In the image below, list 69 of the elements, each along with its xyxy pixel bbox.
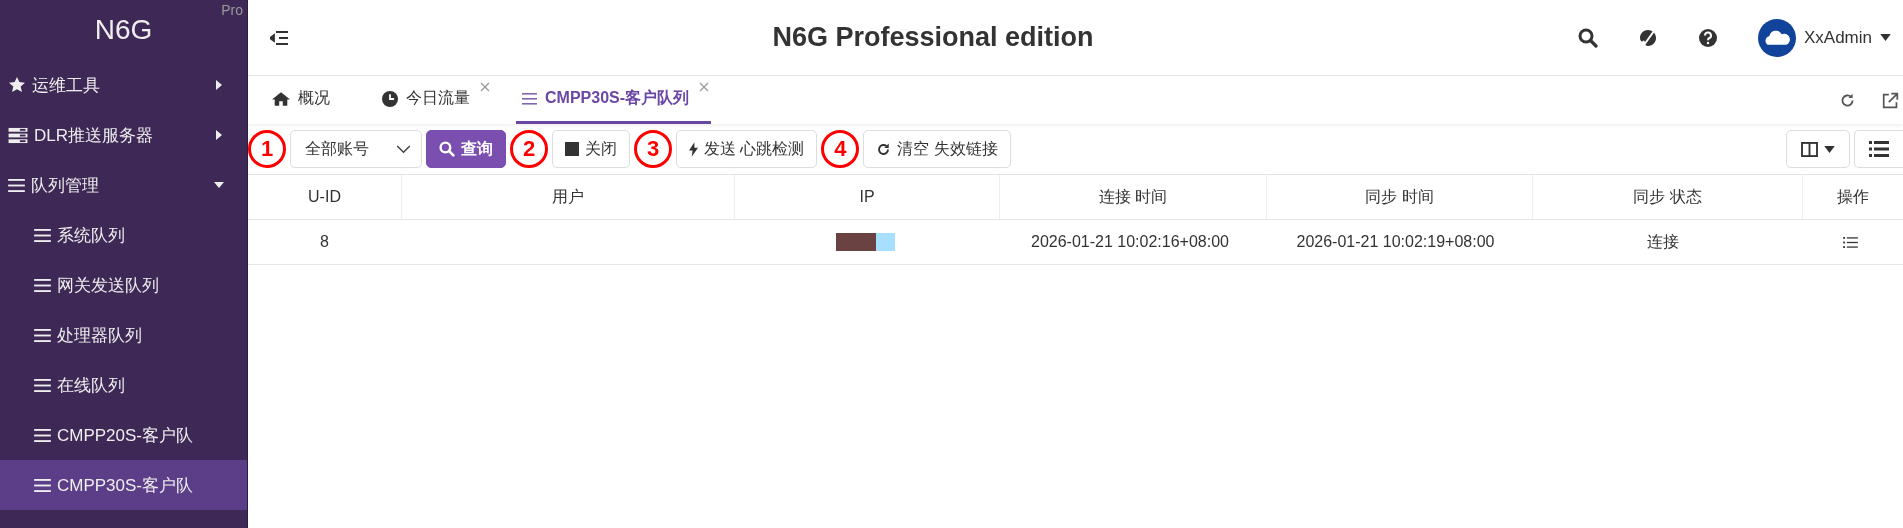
list-icon[interactable] <box>1842 236 1858 248</box>
tab[interactable]: 概况 <box>266 76 352 124</box>
clock-icon <box>382 90 398 107</box>
sidebar-menu-item[interactable]: DLR推送服务器 <box>0 110 247 160</box>
toolbar-button[interactable]: 关闭 <box>552 130 630 168</box>
page-title: N6G Professional edition <box>771 22 1095 53</box>
menu-lines-icon <box>34 328 51 342</box>
column-header: IP <box>735 175 1000 219</box>
list-icon <box>1869 141 1889 157</box>
toolbar-button[interactable]: 清空 失效链接 <box>863 130 1011 168</box>
column-header: 同步 时间 <box>1267 175 1533 219</box>
sidebar-submenu-item[interactable]: 网关发送队列 <box>0 260 247 310</box>
table-cell-text: 2026-01-21 10:02:16+08:00 <box>1030 232 1230 252</box>
menu-lines-icon <box>34 478 51 492</box>
account-select[interactable]: 全部账号 <box>290 130 422 168</box>
close-icon[interactable] <box>480 82 490 92</box>
tab[interactable]: 今日流量 <box>376 76 492 124</box>
close-icon[interactable] <box>699 82 710 92</box>
redacted-block <box>835 233 895 251</box>
table-cell-text: 2026-01-21 10:02:19+08:00 <box>1295 232 1496 252</box>
stop-square-icon <box>565 142 579 156</box>
bolt-icon <box>689 141 698 157</box>
annotation-marker: 2 <box>510 130 548 168</box>
app-logo: N6G <box>94 14 153 46</box>
columns-icon <box>1801 141 1818 157</box>
list-view-button[interactable] <box>1854 130 1903 168</box>
user-menu[interactable]: XxAdmin <box>1757 18 1891 57</box>
menu-lines-icon <box>522 92 537 105</box>
menu-lines-icon <box>34 428 51 442</box>
cloud-avatar-icon <box>1757 18 1796 57</box>
chevron-down-icon <box>396 144 411 154</box>
home-icon <box>272 91 290 106</box>
column-header: 同步 状态 <box>1533 175 1803 219</box>
menu-lines-icon <box>8 178 25 192</box>
caret-down-icon <box>1880 34 1891 41</box>
search-icon[interactable] <box>1577 27 1598 48</box>
column-header: 用户 <box>402 175 735 219</box>
column-header: U-ID <box>248 175 402 219</box>
annotation-marker: 4 <box>821 130 860 168</box>
refresh-icon[interactable] <box>1839 91 1856 109</box>
caret-down-icon <box>1824 145 1835 153</box>
tab[interactable]: CMPP30S-客户队列 <box>516 76 712 124</box>
sidebar-submenu-item[interactable]: CMPP20S-客户队 <box>0 410 247 460</box>
sidebar-menu-item[interactable]: 队列管理 <box>0 160 247 210</box>
annotation-marker: 1 <box>248 130 286 168</box>
sidebar-submenu-item[interactable]: 在线队列 <box>0 360 247 410</box>
edition-label: Pro <box>221 2 243 18</box>
table-cell-text: 连接 <box>1645 231 1680 252</box>
query-button[interactable]: 查询 <box>426 130 506 168</box>
collapse-menu-icon[interactable] <box>270 29 288 46</box>
external-link-icon[interactable] <box>1882 91 1899 109</box>
column-header: 连接 时间 <box>1000 175 1267 219</box>
sidebar-menu-item[interactable]: 运维工具 <box>0 60 247 110</box>
help-icon[interactable] <box>1697 27 1718 48</box>
refresh-icon <box>876 141 892 157</box>
sidebar-submenu-item[interactable]: CMPP30S-客户队 <box>0 460 247 510</box>
star-icon <box>8 76 26 94</box>
toolbar-button[interactable]: 发送 心跳检测 <box>676 130 818 168</box>
table-cell-text: 8 <box>319 232 330 252</box>
columns-toggle-button[interactable] <box>1786 130 1850 168</box>
menu-lines-icon <box>34 228 51 242</box>
annotation-marker: 3 <box>634 130 672 168</box>
sidebar-submenu-item[interactable]: 处理器队列 <box>0 310 247 360</box>
search-icon <box>439 141 455 157</box>
menu-lines-icon <box>34 378 51 392</box>
server-icon <box>8 126 28 144</box>
sidebar-submenu-item[interactable]: 系统队列 <box>0 210 247 260</box>
column-header: 操作 <box>1836 186 1870 207</box>
menu-lines-icon <box>34 278 51 292</box>
